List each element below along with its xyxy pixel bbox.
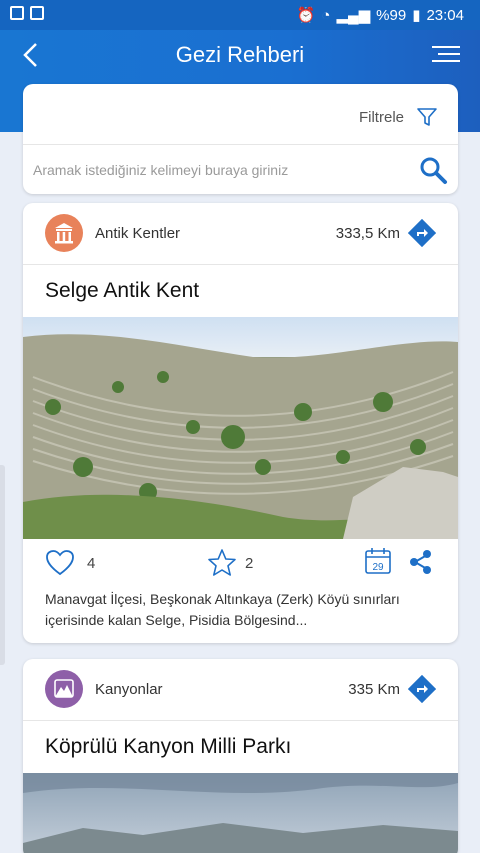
search-card: Filtrele xyxy=(23,84,458,194)
edge-panel-handle[interactable] xyxy=(0,465,5,665)
distance: 333,5 Km xyxy=(335,225,400,242)
share-icon[interactable] xyxy=(408,549,434,575)
place-card[interactable]: Kanyonlar 335 Km Köprülü Kanyon Milli Pa… xyxy=(23,659,458,853)
filter-label: Filtrele xyxy=(358,108,404,126)
heart-icon[interactable] xyxy=(45,549,75,577)
card-actions: 4 2 29 xyxy=(23,539,458,585)
directions-icon[interactable] xyxy=(408,675,436,703)
alarm-icon: ⏰ xyxy=(296,7,316,24)
place-title: Selge Antik Kent xyxy=(45,279,200,302)
page-title: Gezi Rehberi xyxy=(175,42,305,67)
notification-icon xyxy=(30,6,44,20)
battery-icon: ▮ xyxy=(412,7,421,24)
place-title: Köprülü Kanyon Milli Parkı xyxy=(45,735,292,758)
search-icon[interactable] xyxy=(418,155,448,185)
place-photo[interactable] xyxy=(23,773,458,853)
place-card[interactable]: Antik Kentler 333,5 Km Selge Antik Kent xyxy=(23,203,458,643)
ancient-temple-icon xyxy=(45,214,83,252)
directions-icon[interactable] xyxy=(408,219,436,247)
card-header: Kanyonlar 335 Km xyxy=(23,659,458,721)
place-photo[interactable] xyxy=(23,317,458,539)
category-label: Kanyonlar xyxy=(95,681,163,698)
calendar-icon[interactable]: 29 xyxy=(364,547,392,575)
filter-button[interactable]: Filtrele xyxy=(359,106,438,128)
place-description: Manavgat İlçesi, Beşkonak Altınkaya (Zer… xyxy=(45,591,400,628)
card-header: Antik Kentler 333,5 Km xyxy=(23,203,458,265)
search-row xyxy=(23,144,458,194)
category-label: Antik Kentler xyxy=(95,225,181,242)
star-icon[interactable] xyxy=(207,548,237,578)
battery-level: %99 xyxy=(376,6,407,24)
distance: 335 Km xyxy=(348,681,400,698)
gallery-notification-icon xyxy=(10,6,24,20)
like-count: 4 xyxy=(87,555,96,572)
canyon-mountain-icon xyxy=(45,670,83,708)
search-input[interactable] xyxy=(33,157,393,183)
wifi-icon: ◔ xyxy=(321,6,331,24)
calendar-day: 29 xyxy=(372,562,384,573)
menu-icon[interactable] xyxy=(432,46,460,66)
signal-icon: ▂▄▆ xyxy=(336,7,371,24)
status-bar: ⏰ ◔ ▂▄▆ %99 ▮ 23:04 xyxy=(0,0,480,30)
filter-icon xyxy=(417,108,437,126)
clock: 23:04 xyxy=(426,6,464,24)
star-count: 2 xyxy=(245,555,254,572)
